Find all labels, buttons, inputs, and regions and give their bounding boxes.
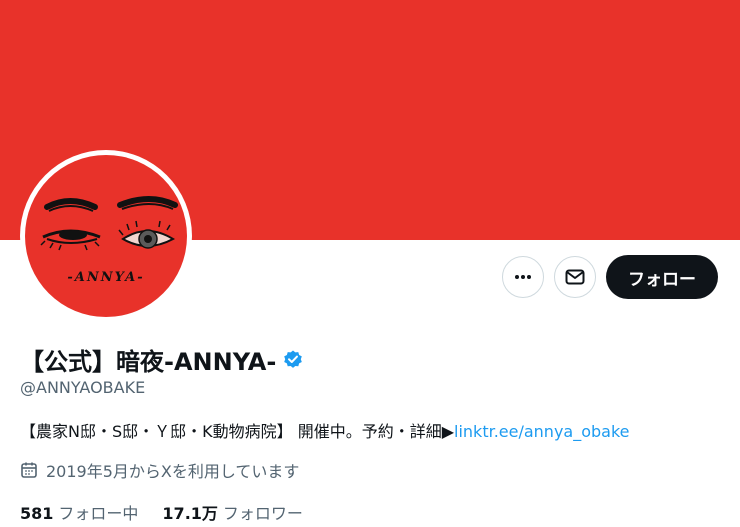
followers-link[interactable]: 17.1万 フォロワー (162, 500, 303, 524)
avatar[interactable]: -ANNYA- (20, 150, 192, 322)
profile-page: -ANNYA- フォロー 【公式】暗夜-ANNYA- @ANNYAOBAKE 【… (0, 0, 740, 527)
calendar-icon (21, 462, 37, 478)
follow-stats: 581 フォロー中 17.1万 フォロワー (20, 500, 303, 524)
bio-link[interactable]: linktr.ee/annya_obake (454, 422, 630, 441)
bio-text: 【農家N邸・S邸・Ｙ邸・K動物病院】 開催中。予約・詳細▶ (20, 422, 455, 441)
join-date-text: 2019年5月からXを利用しています (46, 462, 300, 481)
avatar-artwork: -ANNYA- (40, 196, 178, 285)
following-link[interactable]: 581 フォロー中 (20, 500, 138, 524)
display-name-row: 【公式】暗夜-ANNYA- (20, 342, 304, 377)
display-name: 【公式】暗夜-ANNYA- (20, 348, 277, 376)
verified-badge-icon[interactable] (282, 349, 304, 371)
user-handle: @ANNYAOBAKE (20, 378, 146, 397)
more-button[interactable] (502, 256, 544, 298)
followers-count: 17.1万 (162, 504, 218, 523)
more-dots-icon (515, 275, 531, 279)
avatar-image: -ANNYA- (25, 155, 187, 317)
profile-actions: フォロー (502, 255, 718, 299)
message-button[interactable] (554, 256, 596, 298)
join-date: 2019年5月からXを利用しています (20, 458, 299, 482)
avatar-logo-text: -ANNYA- (67, 270, 144, 285)
followers-label: フォロワー (222, 504, 303, 523)
following-label: フォロー中 (58, 504, 139, 523)
profile-bio: 【農家N邸・S邸・Ｙ邸・K動物病院】 開催中。予約・詳細▶linktr.ee/a… (20, 418, 630, 442)
mail-icon (565, 269, 585, 285)
follow-button[interactable]: フォロー (606, 255, 718, 299)
following-count: 581 (20, 504, 54, 523)
